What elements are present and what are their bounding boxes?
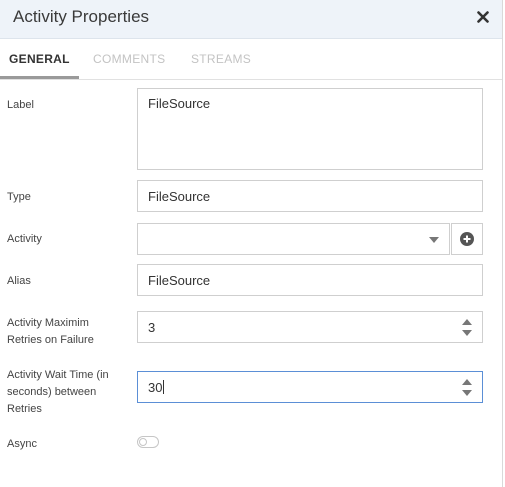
wait-time-input-value: 30	[148, 380, 163, 395]
retries-input-value: 3	[148, 320, 156, 335]
async-toggle[interactable]	[137, 436, 159, 448]
wait-time-label-line3: Retries	[7, 403, 42, 415]
active-tab-indicator	[0, 76, 79, 79]
wait-time-input-text: 30	[148, 380, 165, 395]
dialog-title: Activity Properties	[13, 7, 150, 26]
spinner-up-icon[interactable]	[462, 379, 472, 385]
type-field-label: Type	[7, 191, 31, 203]
label-textarea-value: FileSource	[148, 96, 211, 111]
wait-time-spinner[interactable]	[462, 379, 472, 397]
alias-input[interactable]: FileSource	[137, 264, 483, 296]
close-icon	[477, 11, 489, 23]
retries-spinner[interactable]	[462, 319, 472, 337]
type-input[interactable]: FileSource	[137, 180, 483, 212]
tab-bar: GENERAL COMMENTS STREAMS	[0, 39, 502, 80]
wait-time-field-label: Activity Wait Time (in seconds) between …	[7, 367, 109, 418]
retries-field-label: Activity Maximim Retries on Failure	[7, 315, 94, 349]
tab-streams[interactable]: STREAMS	[191, 52, 251, 66]
tab-general[interactable]: GENERAL	[9, 52, 70, 66]
spinner-up-icon[interactable]	[462, 319, 472, 325]
alias-input-value: FileSource	[148, 273, 211, 288]
dialog-header: Activity Properties	[0, 0, 502, 39]
retries-label-line1: Activity Maximim	[7, 317, 89, 329]
plus-circle-icon	[460, 232, 474, 246]
spinner-down-icon[interactable]	[462, 330, 472, 336]
label-textarea[interactable]: FileSource	[137, 88, 483, 170]
spinner-down-icon[interactable]	[462, 390, 472, 396]
add-activity-button[interactable]	[451, 223, 483, 255]
tab-comments[interactable]: COMMENTS	[93, 52, 165, 66]
chevron-down-icon	[429, 237, 439, 243]
wait-time-label-line1: Activity Wait Time (in	[7, 369, 109, 381]
async-field-label: Async	[7, 438, 37, 450]
retries-label-line2: Retries on Failure	[7, 334, 94, 346]
alias-field-label: Alias	[7, 275, 31, 287]
activity-field-label: Activity	[7, 233, 42, 245]
activity-properties-dialog: Activity Properties GENERAL COMMENTS STR…	[0, 0, 503, 487]
toggle-knob	[139, 438, 147, 446]
retries-number-input[interactable]: 3	[137, 311, 483, 343]
wait-time-label-line2: seconds) between	[7, 386, 97, 398]
activity-select[interactable]	[137, 223, 450, 255]
close-button[interactable]	[474, 7, 492, 27]
label-field-label: Label	[7, 99, 34, 111]
type-input-value: FileSource	[148, 189, 211, 204]
wait-time-number-input[interactable]: 30	[137, 371, 483, 403]
text-cursor	[163, 380, 165, 394]
